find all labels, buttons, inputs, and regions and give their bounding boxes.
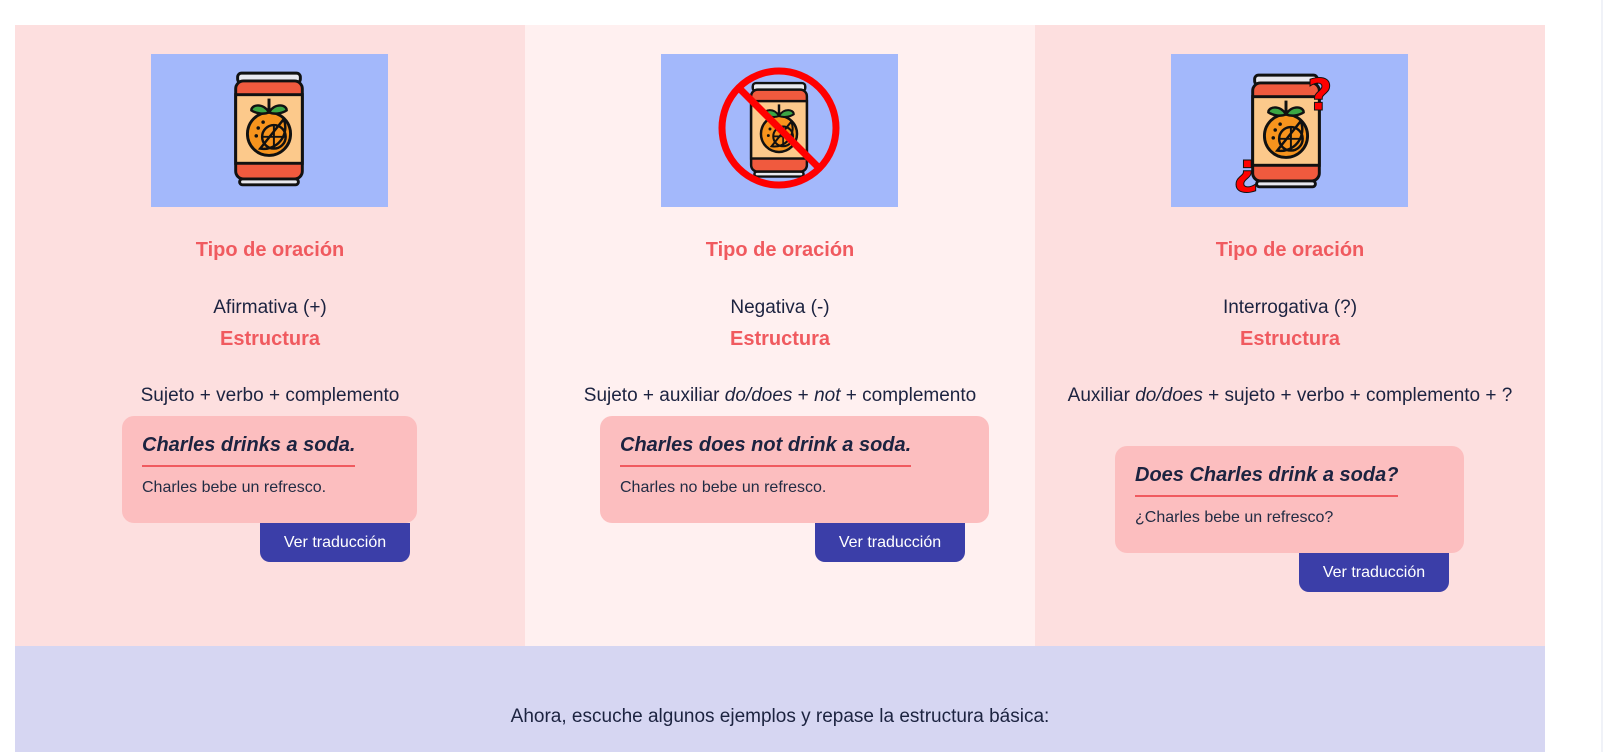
example-sentence: Charles does not drink a soda.	[620, 434, 912, 467]
structure-part-italic: do/does	[724, 385, 793, 406]
type-label: Tipo de oración	[705, 239, 855, 261]
structure-part-italic: do/does	[1135, 385, 1203, 406]
structure-label: Estructura	[219, 328, 321, 350]
type-value: Negativa (-)	[730, 297, 830, 318]
negative-column: Tipo de oración Negativa (-) Estructura …	[525, 25, 1035, 646]
image-frame	[661, 54, 898, 207]
structure-part: Auxiliar	[1067, 385, 1136, 406]
svg-text:?: ?	[1307, 70, 1333, 121]
structure-part: Sujeto + verbo + complemento	[140, 385, 400, 406]
affirmative-column: Tipo de oración Afirmativa (+) Estructur…	[15, 25, 525, 646]
question-soda-can-icon: ? ¿	[1233, 70, 1334, 196]
structure-label: Estructura	[729, 328, 831, 350]
structure-formula: Auxiliar do/does + sujeto + verbo + comp…	[1055, 381, 1525, 411]
example-sentence: Does Charles drink a soda?	[1135, 464, 1399, 497]
structure-part: + complemento	[840, 385, 977, 406]
intro-text: Ahora, escuche algunos ejemplos y repase…	[510, 706, 1050, 727]
structure-part: + sujeto + verbo + complemento + ?	[1202, 385, 1513, 406]
image-frame: ? ¿	[1171, 54, 1408, 207]
type-value: Interrogativa (?)	[1222, 297, 1358, 318]
example-card: Charles drinks a soda. Charles bebe un r…	[122, 416, 417, 523]
type-value: Afirmativa (+)	[213, 297, 327, 318]
structure-formula: Sujeto + verbo + complemento	[35, 381, 505, 411]
interrogative-column: ? ¿ Tipo de oración Interrogativa (?) Es…	[1035, 25, 1545, 646]
type-label: Tipo de oración	[195, 239, 345, 261]
sentence-types-grid: Tipo de oración Afirmativa (+) Estructur…	[15, 25, 1545, 646]
listening-intro-section: Ahora, escuche algunos ejemplos y repase…	[15, 646, 1545, 752]
image-frame	[151, 54, 388, 207]
soda-can-icon	[234, 71, 304, 187]
type-label: Tipo de oración	[1215, 239, 1365, 261]
example-sentence: Charles drinks a soda.	[142, 434, 356, 467]
structure-part: +	[792, 385, 815, 406]
translation-text: Charles bebe un refresco.	[142, 479, 327, 496]
prohibited-soda-can-icon	[718, 67, 840, 189]
view-translation-button[interactable]: Ver traducción	[815, 523, 965, 562]
page-edge-divider	[1601, 0, 1603, 752]
view-translation-button[interactable]: Ver traducción	[1299, 553, 1449, 592]
structure-part: Sujeto + auxiliar	[583, 385, 725, 406]
translation-text: ¿Charles bebe un refresco?	[1135, 509, 1334, 526]
example-card: Charles does not drink a soda. Charles n…	[600, 416, 989, 523]
view-translation-button[interactable]: Ver traducción	[260, 523, 410, 562]
structure-part-italic: not	[814, 385, 841, 406]
example-card: Does Charles drink a soda? ¿Charles bebe…	[1115, 446, 1464, 553]
svg-text:¿: ¿	[1233, 144, 1259, 195]
structure-formula: Sujeto + auxiliar do/does + not + comple…	[545, 381, 1015, 411]
translation-text: Charles no bebe un refresco.	[620, 479, 827, 496]
structure-label: Estructura	[1239, 328, 1341, 350]
